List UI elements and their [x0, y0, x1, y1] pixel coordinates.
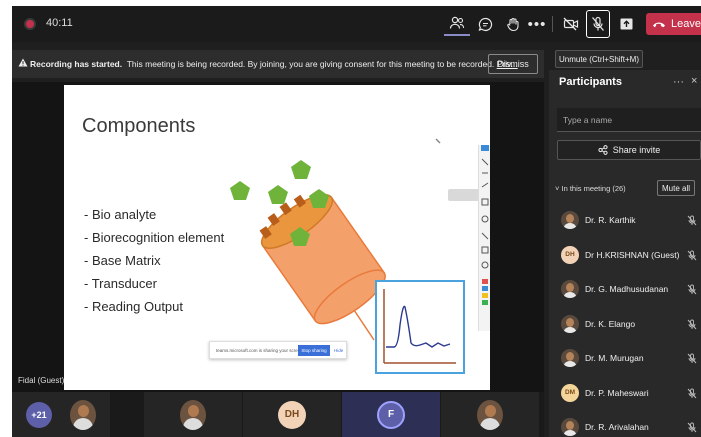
screen-sharing-text: teams.microsoft.com is sharing your scre… — [216, 348, 305, 353]
participant-name: Dr. P. Maheswari — [585, 387, 649, 398]
participant-name: Dr. G. Madhusudanan — [585, 284, 669, 294]
slide-bullet: - Reading Output — [84, 299, 184, 314]
more-options-icon[interactable]: ••• — [524, 12, 550, 36]
mic-muted-icon[interactable] — [687, 317, 697, 335]
participant-video-thumbnail — [180, 399, 206, 430]
participant-name: Dr. K. Elango — [585, 318, 636, 329]
recording-banner-title: Recording has started. — [30, 59, 123, 69]
warning-icon — [18, 58, 28, 67]
gallery-tile[interactable]: DH — [243, 392, 341, 437]
participant-row[interactable]: DM Dr. P. Maheswari — [549, 383, 701, 413]
video-gallery-strip: +21 DH F — [12, 392, 544, 437]
reactions-button[interactable] — [500, 12, 526, 36]
dismiss-button[interactable]: Dismiss — [488, 54, 538, 74]
slide-bullet: - Base Matrix — [84, 253, 161, 268]
raise-hand-icon — [506, 17, 519, 31]
stop-sharing-button[interactable]: Stop sharing — [298, 345, 330, 356]
recording-banner-message: This meeting is being recorded. By joini… — [126, 59, 495, 69]
participant-row[interactable]: Dr. M. Murugan — [549, 348, 701, 378]
annotation-mini-toolbar[interactable] — [448, 189, 482, 201]
mic-muted-icon[interactable] — [687, 420, 697, 437]
panel-more-icon[interactable]: ··· — [673, 76, 684, 88]
participant-name: Dr. M. Murugan — [585, 353, 644, 363]
participants-button[interactable] — [444, 12, 470, 36]
camera-off-icon — [563, 17, 579, 31]
participant-avatar-initials: DH — [561, 245, 579, 264]
participant-video-thumbnail — [477, 399, 503, 430]
mic-muted-icon[interactable] — [687, 282, 697, 300]
panel-close-icon[interactable]: × — [691, 75, 697, 87]
presenter-name: Fidal (Guest) — [18, 376, 65, 385]
participant-search-input[interactable] — [557, 108, 701, 132]
mic-muted-icon[interactable] — [687, 351, 697, 369]
chevron-down-icon: ˅ — [555, 184, 560, 193]
share-tray-icon — [620, 18, 632, 30]
gallery-tile-active[interactable]: F — [342, 392, 440, 437]
hide-notice-button[interactable]: Hide — [334, 348, 343, 353]
presentation-slide: Components - Bio analyte - Biorecognitio… — [64, 85, 490, 390]
participant-video-thumbnail — [70, 399, 96, 430]
mic-muted-icon[interactable] — [687, 248, 697, 266]
leave-button[interactable]: Leave — [646, 13, 701, 35]
toolbar-divider — [552, 16, 553, 32]
gallery-avatar-initials: DH — [278, 400, 306, 429]
participant-avatar — [561, 349, 579, 367]
transducer-graph — [375, 280, 465, 374]
chat-icon — [478, 17, 492, 31]
connector-line — [353, 309, 375, 341]
slide-bullet: - Biorecognition element — [84, 230, 225, 245]
mic-muted-icon[interactable] — [687, 386, 697, 404]
participant-row[interactable]: Dr. G. Madhusudanan — [549, 279, 701, 309]
mute-all-button[interactable]: Mute all — [657, 180, 695, 196]
share-invite-button[interactable]: Share invite — [557, 140, 701, 160]
gallery-avatar-initials: F — [377, 400, 405, 429]
participant-row[interactable]: DH Dr H.KRISHNAN (Guest) — [549, 245, 701, 275]
teams-meeting-window: 40:11 ••• Leave Recording has started. T… — [12, 6, 701, 437]
participant-name: Dr. R. Karthik — [585, 215, 636, 225]
unmute-tooltip: Unmute (Ctrl+Shift+M) — [555, 50, 643, 68]
mic-muted-icon[interactable] — [687, 213, 697, 231]
participant-row[interactable]: Dr. R. Karthik — [549, 210, 701, 240]
participant-row[interactable]: Dr. R. Arivalahan — [549, 417, 701, 437]
participant-row[interactable]: Dr. K. Elango — [549, 314, 701, 344]
recording-indicator-icon — [24, 18, 36, 30]
camera-off-button[interactable] — [558, 12, 584, 36]
overflow-count: +21 — [26, 401, 52, 428]
people-icon — [449, 16, 465, 29]
screen-sharing-notice: teams.microsoft.com is sharing your scre… — [209, 341, 347, 359]
pen-tools-icon — [481, 93, 489, 305]
participants-panel: Participants ··· × Share invite ˅ In thi… — [549, 70, 701, 437]
slide-bullet: - Bio analyte — [84, 207, 157, 222]
leave-label: Leave — [671, 18, 701, 30]
pen-cursor-icon — [435, 138, 441, 144]
participant-avatar — [561, 211, 579, 229]
participant-avatar — [561, 418, 579, 436]
meeting-timer: 40:11 — [46, 17, 73, 29]
in-meeting-header[interactable]: ˅ In this meeting (26) — [555, 184, 626, 193]
in-meeting-count: In this meeting (26) — [561, 184, 626, 193]
pen-annotation-toolbar[interactable] — [478, 93, 490, 331]
participant-avatar — [561, 314, 579, 333]
participant-name: Dr H.KRISHNAN (Guest) — [585, 249, 680, 260]
participant-name: Dr. R. Arivalahan — [585, 422, 649, 432]
gallery-tile[interactable] — [441, 392, 539, 437]
slide-bullet-list: - Bio analyte - Biorecognition element -… — [84, 203, 224, 318]
shared-screen-stage: Components - Bio analyte - Biorecognitio… — [12, 82, 544, 392]
share-invite-label: Share invite — [612, 145, 661, 155]
slide-bullet: - Transducer — [84, 276, 157, 291]
gallery-tile-overflow[interactable]: +21 — [12, 392, 110, 437]
participant-avatar — [561, 280, 579, 298]
participant-avatar-initials: DM — [561, 383, 579, 402]
chat-button[interactable] — [472, 12, 498, 36]
hang-up-icon — [653, 22, 665, 28]
gallery-tile[interactable] — [144, 392, 242, 437]
mic-off-icon — [592, 16, 604, 31]
meeting-top-bar: 40:11 ••• Leave — [12, 6, 701, 42]
unmute-button[interactable] — [586, 10, 610, 38]
share-link-icon — [598, 145, 608, 155]
recording-banner-text: Recording has started. This meeting is b… — [30, 59, 518, 69]
recording-banner: Recording has started. This meeting is b… — [12, 50, 544, 78]
share-screen-button[interactable] — [613, 12, 639, 36]
panel-title: Participants — [559, 76, 622, 88]
